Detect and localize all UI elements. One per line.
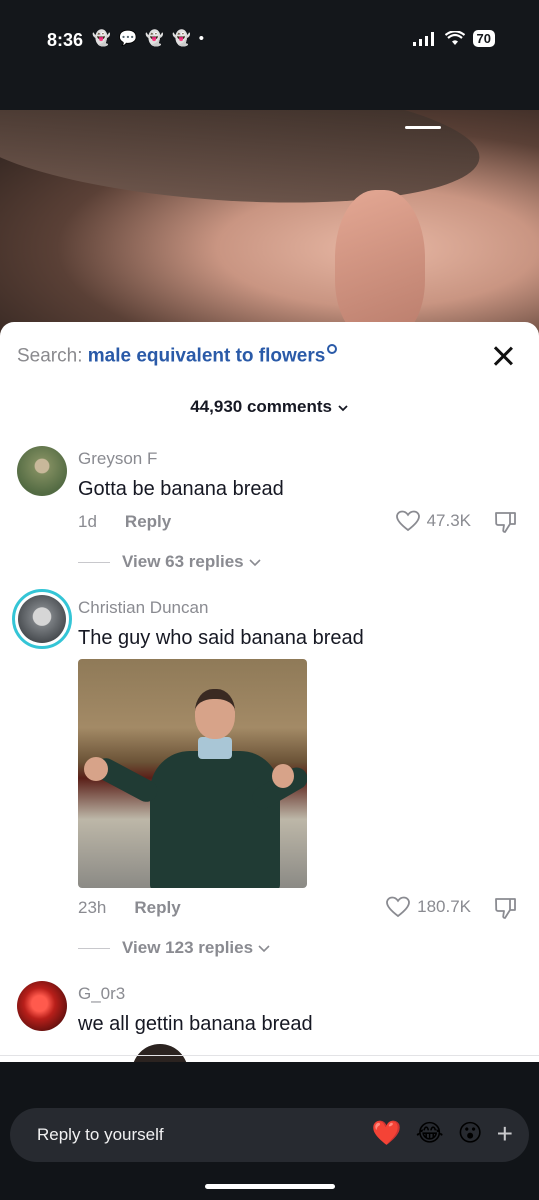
heart-icon [395,510,420,532]
chevron-down-icon [258,944,270,952]
comment-text: we all gettin banana bread [78,1013,313,1035]
snapchat-ghost-icon: 👻 [172,30,191,47]
reply-button[interactable]: Reply [125,512,171,532]
reply-button[interactable]: Reply [134,898,180,918]
search-prefix: Search: [17,345,83,367]
replies-divider [78,561,110,563]
comment-age: 23h [78,898,107,917]
status-bar: 8:36 👻 💬 👻 👻 • 70 [0,0,539,110]
image-person [150,751,280,888]
image-person-hand [272,764,294,788]
dot-icon: • [198,30,205,47]
plus-icon[interactable]: + [497,1120,513,1148]
video-frame-ear [335,190,425,340]
comments-count[interactable]: 44,930 comments [0,397,539,417]
reply-input-placeholder: Reply to yourself [37,1125,164,1144]
signal-icon [412,31,434,46]
comment-author[interactable]: G_0r3 [78,984,125,1004]
battery-level: 70 [472,30,495,47]
view-replies-button[interactable]: View 63 replies [78,552,262,572]
video-player[interactable] [0,110,539,340]
view-replies-button[interactable]: View 123 replies [78,938,271,958]
replies-divider [78,947,110,949]
bottom-bar: Reply to yourself ❤️ 😂 😮 + [0,1068,539,1200]
wifi-icon [444,31,465,45]
image-person-neck [198,737,232,759]
tab-indicator [405,126,441,129]
like-count: 47.3K [426,511,471,530]
heart-emoji-button[interactable]: ❤️ [372,1120,402,1148]
search-icon [327,344,338,354]
reply-input[interactable]: Reply to yourself ❤️ 😂 😮 + [10,1108,529,1162]
comment-author[interactable]: Christian Duncan [78,598,208,618]
comment-meta: 23h Reply [78,898,181,918]
like-button[interactable]: 47.3K [395,510,471,532]
close-icon[interactable] [491,344,515,368]
divider [0,1055,539,1056]
next-comment-image-peek [132,1044,188,1062]
image-person-head [195,689,235,739]
surprised-emoji-button[interactable]: 😮 [458,1120,483,1148]
snapchat-ghost-icon: 👻 [145,30,165,47]
comment-image[interactable] [78,659,307,888]
dislike-icon[interactable] [493,510,519,534]
comment-author[interactable]: Greyson F [78,449,157,469]
notification-icons: 👻 💬 👻 👻 • [92,29,204,49]
image-person-hand [84,757,108,781]
comment-meta: 1d Reply [78,512,171,532]
avatar[interactable] [12,589,72,649]
laughing-emoji-button[interactable]: 😂 [416,1120,444,1148]
avatar[interactable] [17,981,67,1031]
snapchat-ghost-icon: 👻 [92,30,111,47]
like-count: 180.7K [417,897,471,916]
clock: 8:36 [47,30,84,50]
system-indicators: 70 [412,30,495,47]
comment-text: Gotta be banana bread [78,478,284,500]
avatar-image [18,595,66,643]
chevron-down-icon [249,558,261,566]
avatar[interactable] [17,446,67,496]
home-indicator[interactable] [205,1184,335,1189]
search-term-link[interactable]: male equivalent to flowers [88,345,326,366]
quick-reactions: ❤️ 😂 😮 + [372,1120,513,1148]
comment-age: 1d [78,512,97,531]
like-button[interactable]: 180.7K [386,896,471,918]
comments-sheet: Search: male equivalent to flowers 44,93… [0,322,539,1062]
dislike-icon[interactable] [493,896,519,920]
heart-icon [386,896,411,918]
search-suggestion[interactable]: Search: male equivalent to flowers [17,344,338,367]
chat-bubble-icon: 💬 [118,30,138,47]
chevron-down-icon [338,405,348,412]
comment-text: The guy who said banana bread [78,627,364,649]
